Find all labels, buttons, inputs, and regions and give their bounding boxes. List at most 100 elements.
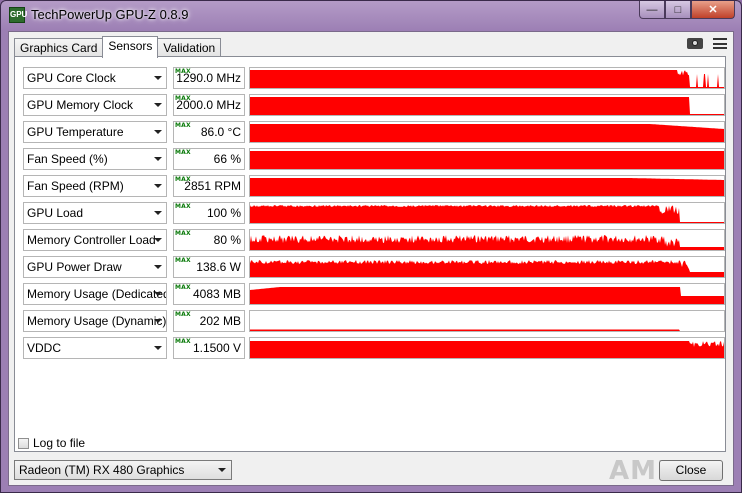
sensor-select[interactable]: GPU Temperature bbox=[23, 121, 167, 143]
gpuz-window: GPU TechPowerUp GPU-Z 0.8.9 — □ ✕ Graphi… bbox=[0, 0, 742, 493]
chevron-down-icon bbox=[154, 76, 162, 80]
sensor-value-box: MAX 4083 MB bbox=[173, 283, 245, 305]
max-indicator: MAX bbox=[175, 122, 191, 129]
sensor-value-box: MAX 2000.0 MHz bbox=[173, 94, 245, 116]
sensor-value: 1290.0 MHz bbox=[176, 71, 241, 85]
sensor-graph-fill bbox=[250, 178, 724, 196]
sensor-label: VDDC bbox=[27, 341, 62, 355]
sensor-graph-fill bbox=[250, 341, 724, 358]
sensor-value: 66 % bbox=[213, 152, 241, 166]
sensor-select[interactable]: Memory Controller Load bbox=[23, 229, 167, 251]
sensor-row: GPU Memory Clock MAX 2000.0 MHz bbox=[23, 94, 725, 116]
sensor-row: Memory Usage (Dynamic) MAX 202 MB bbox=[23, 310, 725, 332]
sensor-select[interactable]: Fan Speed (RPM) bbox=[23, 175, 167, 197]
sensor-label: Memory Usage (Dynamic) bbox=[27, 314, 167, 328]
max-indicator: MAX bbox=[175, 311, 191, 318]
chevron-down-icon bbox=[154, 346, 162, 350]
sensor-row: VDDC MAX 1.1500 V bbox=[23, 337, 725, 359]
tab-strip: Graphics Card Sensors Validation bbox=[14, 36, 222, 58]
sensor-label: Fan Speed (%) bbox=[27, 152, 108, 166]
chevron-down-icon bbox=[154, 292, 162, 296]
sensor-graph bbox=[249, 283, 725, 305]
sensor-graph bbox=[249, 175, 725, 197]
sensor-value-box: MAX 86.0 °C bbox=[173, 121, 245, 143]
sensor-select[interactable]: Fan Speed (%) bbox=[23, 148, 167, 170]
sensor-value: 1.1500 V bbox=[192, 341, 241, 355]
sensor-row: GPU Temperature MAX 86.0 °C bbox=[23, 121, 725, 143]
sensor-value: 2000.0 MHz bbox=[176, 98, 241, 112]
tab-toolbar bbox=[687, 38, 727, 49]
sensor-value-box: MAX 66 % bbox=[173, 148, 245, 170]
sensor-graph bbox=[249, 121, 725, 143]
chevron-down-icon bbox=[154, 103, 162, 107]
sensor-graph-fill bbox=[250, 329, 724, 331]
chevron-down-icon bbox=[154, 238, 162, 242]
minimize-button[interactable]: — bbox=[639, 1, 665, 19]
sensor-label: GPU Power Draw bbox=[27, 260, 122, 274]
sensor-label: GPU Core Clock bbox=[27, 71, 116, 85]
close-window-button[interactable]: ✕ bbox=[691, 1, 735, 19]
tab-validation[interactable]: Validation bbox=[157, 38, 222, 57]
sensor-select[interactable]: Memory Usage (Dedicated) bbox=[23, 283, 167, 305]
max-indicator: MAX bbox=[175, 257, 191, 264]
chevron-down-icon bbox=[154, 211, 162, 215]
sensor-value: 202 MB bbox=[199, 314, 241, 328]
gpuz-app-icon: GPU bbox=[9, 7, 27, 23]
sensor-graph-fill bbox=[250, 235, 724, 250]
sensor-label: Memory Usage (Dedicated) bbox=[27, 287, 167, 301]
chevron-down-icon bbox=[154, 157, 162, 161]
log-to-file-checkbox[interactable] bbox=[18, 437, 29, 449]
sensor-row: Memory Controller Load MAX 80 % bbox=[23, 229, 725, 251]
sensor-value-box: MAX 1290.0 MHz bbox=[173, 67, 245, 89]
sensor-select[interactable]: GPU Core Clock bbox=[23, 67, 167, 89]
sensor-value: 100 % bbox=[206, 206, 241, 220]
sensor-graph-fill bbox=[250, 287, 724, 304]
chevron-down-icon bbox=[154, 184, 162, 188]
sensor-graph bbox=[249, 202, 725, 224]
device-select-value: Radeon (TM) RX 480 Graphics bbox=[19, 463, 185, 477]
sensor-value: 80 % bbox=[213, 233, 241, 247]
title-bar[interactable]: GPU TechPowerUp GPU-Z 0.8.9 — □ ✕ bbox=[1, 1, 741, 31]
sensor-graph-fill bbox=[250, 151, 724, 169]
sensor-graph-fill bbox=[250, 124, 724, 142]
sensor-select[interactable]: GPU Memory Clock bbox=[23, 94, 167, 116]
log-to-file-row: Log to file bbox=[18, 436, 85, 450]
sensor-graph bbox=[249, 94, 725, 116]
sensor-graph-fill bbox=[250, 260, 724, 277]
maximize-button[interactable]: □ bbox=[665, 1, 691, 19]
chevron-down-icon bbox=[154, 319, 162, 323]
sensor-select[interactable]: VDDC bbox=[23, 337, 167, 359]
sensor-select[interactable]: GPU Load bbox=[23, 202, 167, 224]
tab-graphics-card[interactable]: Graphics Card bbox=[14, 38, 104, 57]
sensor-select[interactable]: GPU Power Draw bbox=[23, 256, 167, 278]
log-to-file-label: Log to file bbox=[33, 436, 86, 450]
sensor-graph bbox=[249, 310, 725, 332]
sensor-value: 2851 RPM bbox=[184, 179, 241, 193]
sensor-value: 138.6 W bbox=[196, 260, 241, 274]
device-select[interactable]: Radeon (TM) RX 480 Graphics bbox=[14, 460, 232, 480]
chevron-down-icon bbox=[154, 265, 162, 269]
window-title: TechPowerUp GPU-Z 0.8.9 bbox=[31, 7, 189, 22]
sensor-value: 86.0 °C bbox=[200, 125, 241, 139]
sensor-value-box: MAX 1.1500 V bbox=[173, 337, 245, 359]
sensor-label: Fan Speed (RPM) bbox=[27, 179, 124, 193]
sensor-value-box: MAX 2851 RPM bbox=[173, 175, 245, 197]
sensor-graph bbox=[249, 148, 725, 170]
hamburger-menu-icon[interactable] bbox=[713, 38, 727, 49]
close-button[interactable]: Close bbox=[659, 460, 723, 481]
sensor-graph bbox=[249, 229, 725, 251]
sensor-graph bbox=[249, 337, 725, 359]
sensor-value-box: MAX 202 MB bbox=[173, 310, 245, 332]
sensor-row: GPU Core Clock MAX 1290.0 MHz bbox=[23, 67, 725, 89]
sensor-value-box: MAX 80 % bbox=[173, 229, 245, 251]
caption-buttons: — □ ✕ bbox=[639, 1, 735, 19]
max-indicator: MAX bbox=[175, 284, 191, 291]
sensor-graph-fill bbox=[250, 70, 724, 88]
camera-icon[interactable] bbox=[687, 38, 703, 49]
tab-sensors[interactable]: Sensors bbox=[102, 36, 159, 58]
sensor-select[interactable]: Memory Usage (Dynamic) bbox=[23, 310, 167, 332]
sensor-value: 4083 MB bbox=[192, 287, 241, 301]
max-indicator: MAX bbox=[175, 338, 191, 345]
sensor-graph bbox=[249, 256, 725, 278]
max-indicator: MAX bbox=[175, 230, 191, 237]
